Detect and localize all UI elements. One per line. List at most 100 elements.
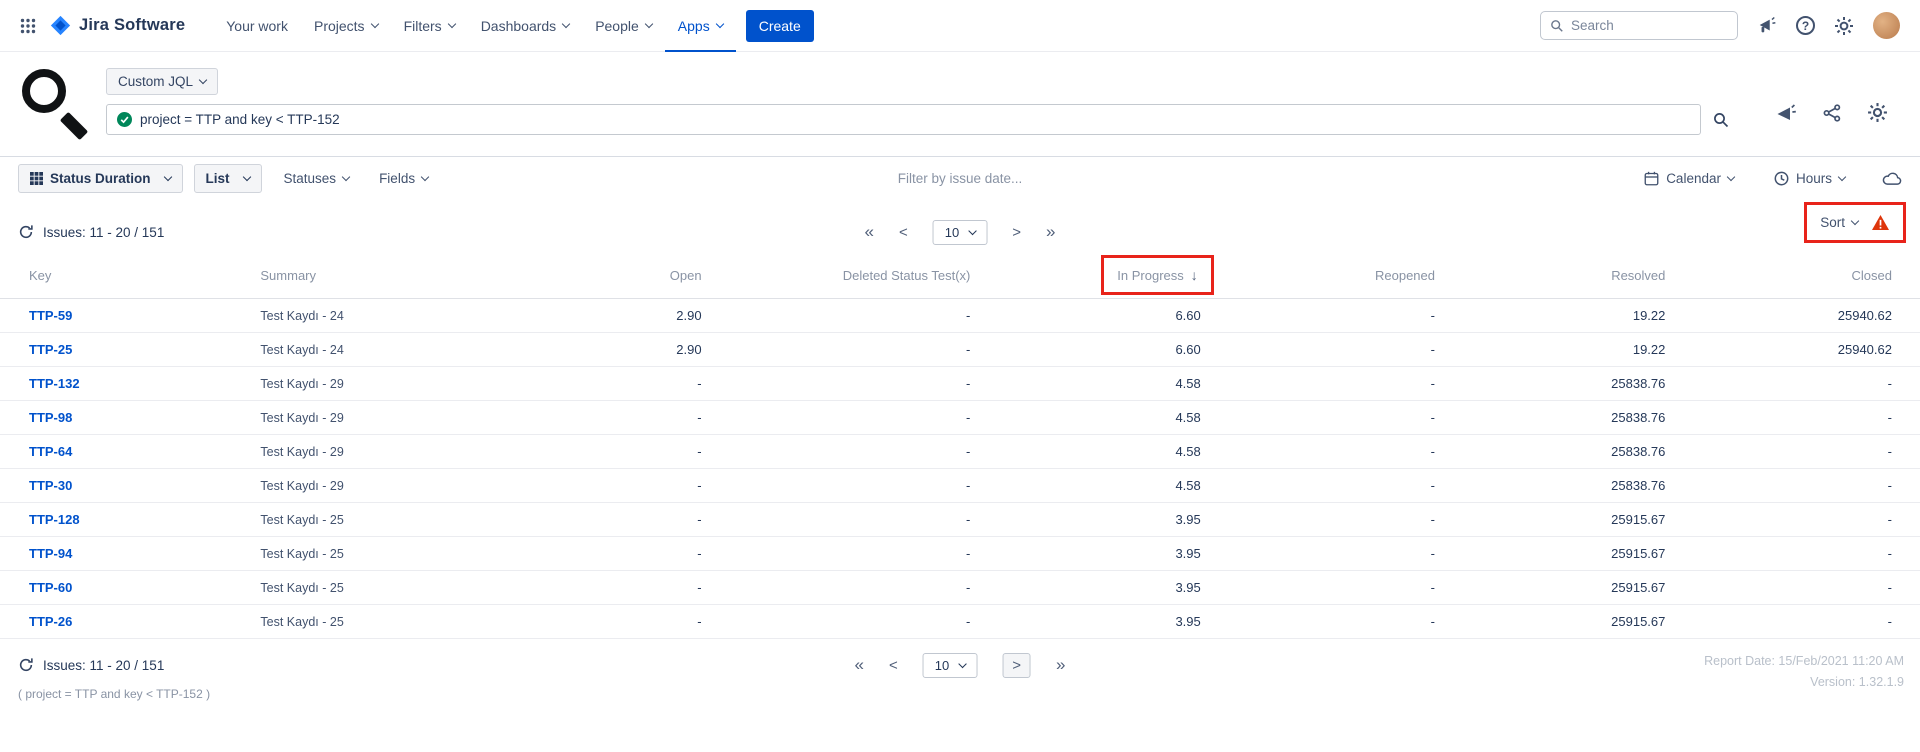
column-header-closed[interactable]: Closed — [1693, 252, 1920, 299]
hours-dropdown[interactable]: Hours — [1763, 165, 1856, 192]
prev-page-button[interactable]: < — [899, 224, 908, 241]
issue-key-link[interactable]: TTP-25 — [29, 342, 72, 357]
chevron-down-icon — [1727, 173, 1735, 181]
notifications-icon[interactable] — [1757, 16, 1777, 35]
column-header-in-progress[interactable]: In Progress ↓ — [998, 252, 1228, 299]
prev-page-button[interactable]: < — [889, 657, 898, 674]
issue-key-cell[interactable]: TTP-94 — [0, 537, 230, 571]
app-logo-magnifier-icon — [20, 68, 92, 138]
issue-key-link[interactable]: TTP-60 — [29, 580, 72, 595]
column-header-summary[interactable]: Summary — [230, 252, 624, 299]
chevron-down-icon — [370, 20, 378, 28]
nav-item-people[interactable]: People — [582, 0, 665, 52]
reopened-cell: - — [1229, 469, 1463, 503]
column-header-resolved[interactable]: Resolved — [1463, 252, 1693, 299]
in-progress-annotation-box: In Progress ↓ — [1101, 255, 1213, 295]
create-button[interactable]: Create — [746, 10, 814, 42]
jira-logo-icon — [50, 15, 71, 36]
column-header-reopened[interactable]: Reopened — [1229, 252, 1463, 299]
jira-brand[interactable]: Jira Software — [50, 15, 185, 36]
issue-key-cell[interactable]: TTP-98 — [0, 401, 230, 435]
issue-key-link[interactable]: TTP-64 — [29, 444, 72, 459]
report-type-select[interactable]: Status Duration — [18, 164, 183, 193]
open-cell: - — [624, 367, 730, 401]
resolved-cell: 19.22 — [1463, 333, 1693, 367]
first-page-button[interactable]: « — [855, 655, 864, 675]
statuses-dropdown[interactable]: Statuses — [273, 165, 361, 192]
deleted-status-cell: - — [730, 333, 999, 367]
resolved-cell: 25915.67 — [1463, 605, 1693, 639]
issue-key-cell[interactable]: TTP-60 — [0, 571, 230, 605]
deleted-status-cell: - — [730, 605, 999, 639]
nav-item-filters[interactable]: Filters — [391, 0, 468, 52]
next-page-button[interactable]: > — [1012, 224, 1021, 241]
jql-query-input[interactable] — [140, 112, 1690, 127]
issue-key-cell[interactable]: TTP-26 — [0, 605, 230, 639]
search-input[interactable] — [1571, 18, 1748, 33]
issue-date-filter[interactable]: Filter by issue date... — [898, 171, 1023, 186]
report-settings-icon[interactable] — [1867, 102, 1888, 123]
summary-cell: Test Kaydı - 29 — [230, 435, 624, 469]
global-search[interactable] — [1540, 11, 1738, 40]
brand-name: Jira Software — [79, 16, 185, 35]
refresh-icon[interactable] — [18, 224, 34, 240]
app-switcher-icon[interactable] — [20, 18, 36, 34]
reopened-cell: - — [1229, 401, 1463, 435]
open-cell: - — [624, 469, 730, 503]
refresh-icon[interactable] — [18, 657, 34, 673]
last-page-button[interactable]: » — [1046, 222, 1055, 242]
jql-input-box[interactable] — [106, 104, 1701, 135]
issue-key-cell[interactable]: TTP-30 — [0, 469, 230, 503]
page-size-select[interactable]: 10 — [923, 653, 977, 678]
issue-key-link[interactable]: TTP-30 — [29, 478, 72, 493]
nav-item-dashboards[interactable]: Dashboards — [468, 0, 583, 52]
announcement-icon[interactable] — [1775, 103, 1797, 123]
sort-warning-icon[interactable] — [1871, 214, 1890, 231]
issue-key-link[interactable]: TTP-26 — [29, 614, 72, 629]
next-page-button[interactable]: > — [1002, 653, 1031, 678]
issue-key-link[interactable]: TTP-94 — [29, 546, 72, 561]
issue-key-cell[interactable]: TTP-128 — [0, 503, 230, 537]
issue-key-link[interactable]: TTP-128 — [29, 512, 80, 527]
closed-cell: - — [1693, 503, 1920, 537]
issue-key-cell[interactable]: TTP-25 — [0, 333, 230, 367]
pagination-top: « < 10 > » — [865, 220, 1056, 245]
in-progress-cell: 4.58 — [998, 367, 1228, 401]
reopened-cell: - — [1229, 605, 1463, 639]
chevron-down-icon — [715, 20, 723, 28]
column-header-open[interactable]: Open — [624, 252, 730, 299]
nav-item-projects[interactable]: Projects — [301, 0, 391, 52]
issue-key-cell[interactable]: TTP-59 — [0, 299, 230, 333]
nav-item-apps[interactable]: Apps — [665, 0, 736, 52]
column-header-deleted-status[interactable]: Deleted Status Test(x) — [730, 252, 999, 299]
issue-key-cell[interactable]: TTP-132 — [0, 367, 230, 401]
user-avatar[interactable] — [1873, 12, 1900, 39]
column-header-key[interactable]: Key — [0, 252, 230, 299]
closed-cell: - — [1693, 571, 1920, 605]
nav-item-your-work[interactable]: Your work — [213, 0, 301, 52]
issues-count-label: Issues: 11 - 20 / 151 — [43, 658, 164, 673]
settings-icon[interactable] — [1834, 16, 1854, 36]
issue-key-cell[interactable]: TTP-64 — [0, 435, 230, 469]
cloud-export-icon[interactable] — [1882, 171, 1902, 186]
resolved-cell: 25838.76 — [1463, 367, 1693, 401]
run-query-search-icon[interactable] — [1713, 112, 1729, 128]
last-page-button[interactable]: » — [1056, 655, 1065, 675]
table-row: TTP-26Test Kaydı - 25--3.95-25915.67- — [0, 605, 1920, 639]
share-icon[interactable] — [1823, 104, 1841, 122]
issue-key-link[interactable]: TTP-98 — [29, 410, 72, 425]
summary-cell: Test Kaydı - 29 — [230, 367, 624, 401]
resolved-cell: 25838.76 — [1463, 401, 1693, 435]
table-row: TTP-64Test Kaydı - 29--4.58-25838.76- — [0, 435, 1920, 469]
help-icon[interactable]: ? — [1796, 16, 1815, 35]
first-page-button[interactable]: « — [865, 222, 874, 242]
calendar-dropdown[interactable]: Calendar — [1633, 165, 1745, 192]
reopened-cell: - — [1229, 367, 1463, 401]
sort-dropdown[interactable]: Sort — [1820, 215, 1858, 230]
issue-key-link[interactable]: TTP-59 — [29, 308, 72, 323]
query-mode-select[interactable]: Custom JQL — [106, 68, 218, 95]
page-size-select[interactable]: 10 — [933, 220, 987, 245]
view-select[interactable]: List — [194, 164, 262, 193]
issue-key-link[interactable]: TTP-132 — [29, 376, 80, 391]
fields-dropdown[interactable]: Fields — [368, 165, 439, 192]
